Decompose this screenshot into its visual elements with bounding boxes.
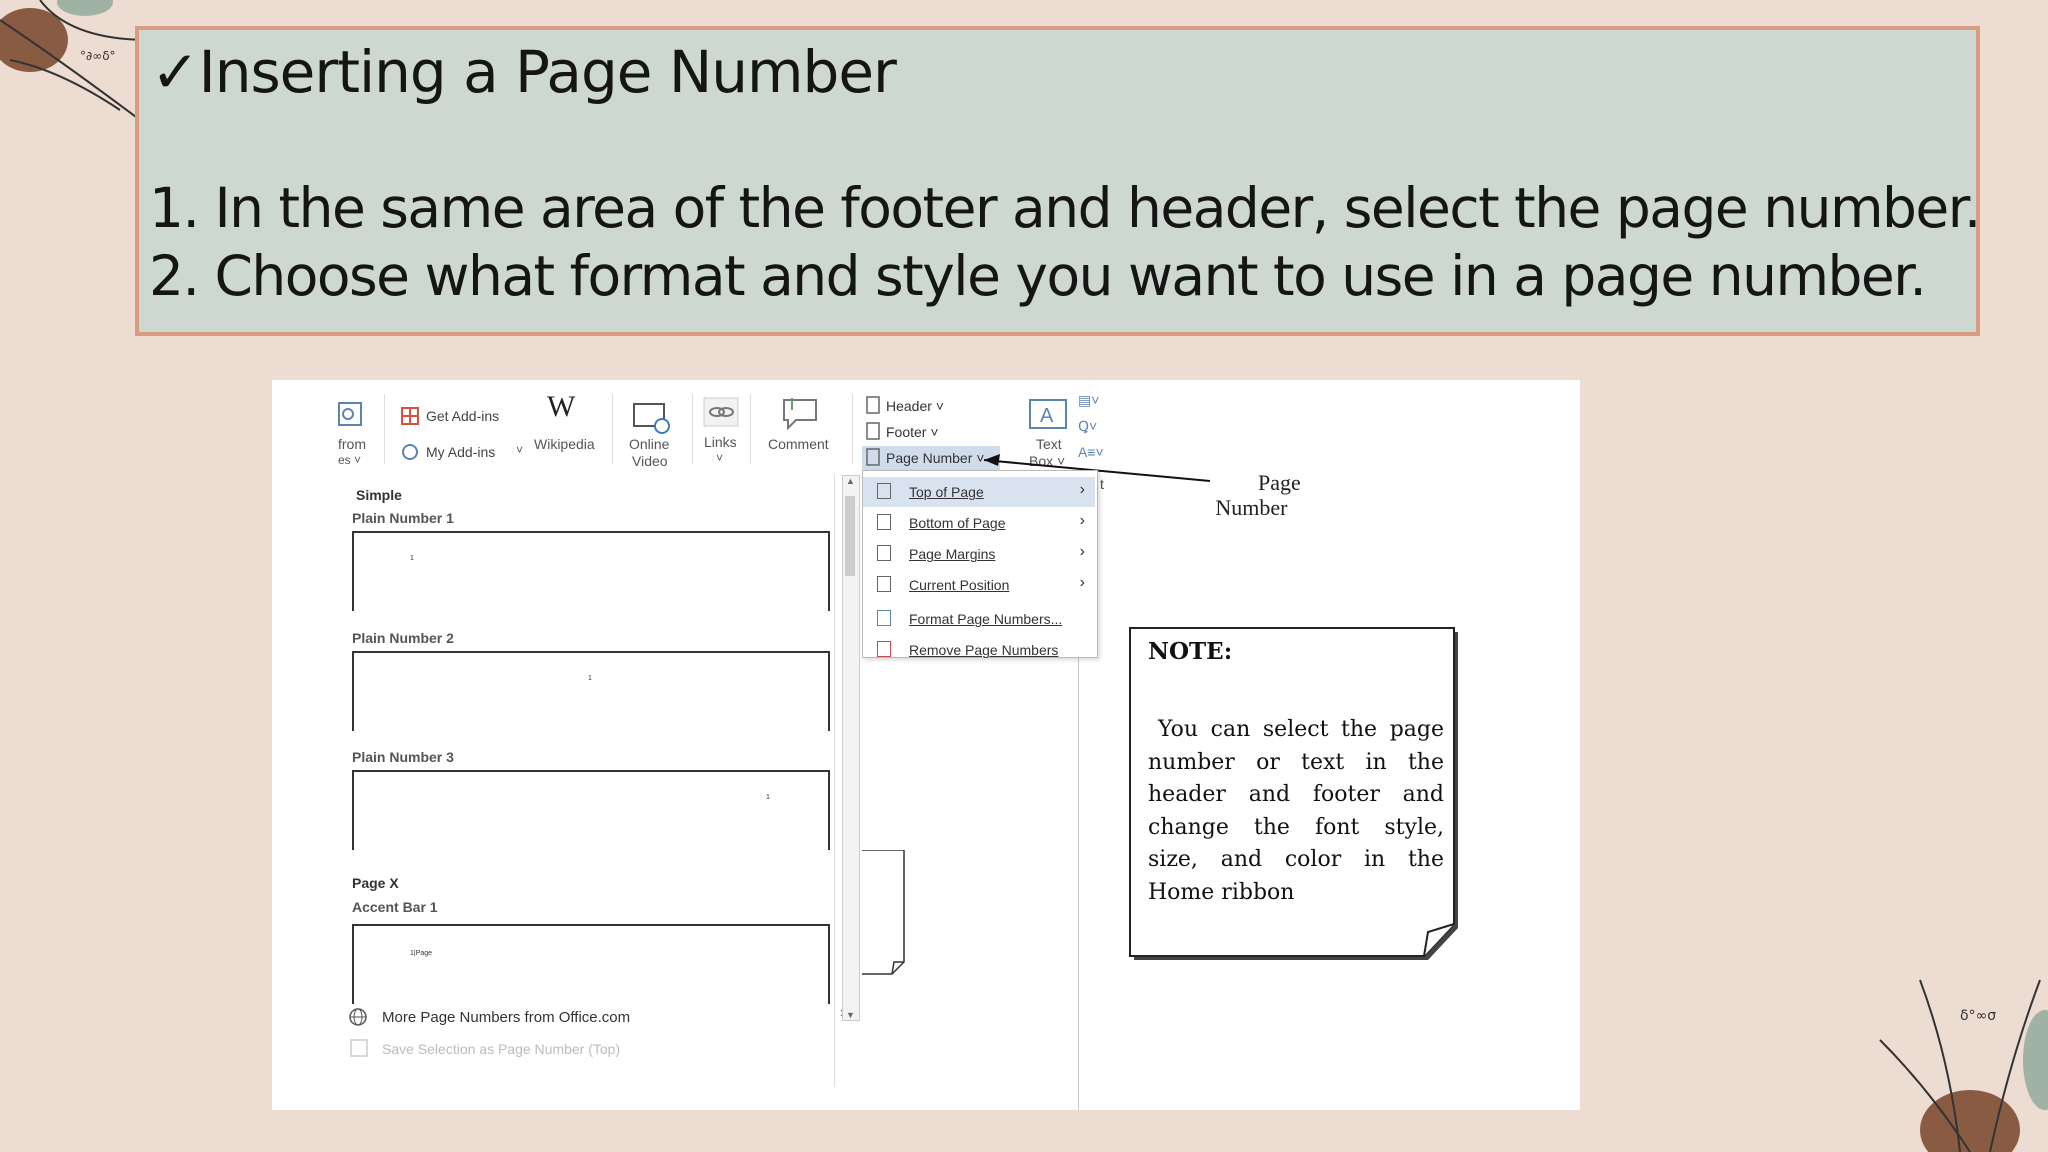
svg-text:°∂∞δ°: °∂∞δ°	[80, 49, 116, 63]
menu-item-current-position[interactable]: Current Position ›	[863, 570, 1095, 600]
page-icon	[877, 576, 891, 592]
chevron-right-icon: ›	[1079, 543, 1085, 560]
accent-bar-1-thumbnail[interactable]: 1|Page	[352, 924, 830, 1004]
menu-item-format-page-numbers[interactable]: Format Page Numbers...	[863, 604, 1095, 634]
preview-number: 1	[766, 794, 770, 801]
instruction-panel: ✓Inserting a Page Number 1. In the same …	[135, 26, 1981, 336]
menu-item-page-margins[interactable]: Page Margins ›	[863, 539, 1095, 569]
save-selection-item: Save Selection as Page Number (Top)	[382, 1041, 621, 1057]
scroll-down-icon[interactable]: ▼	[846, 1010, 855, 1020]
section-simple-heading: Simple	[356, 487, 402, 503]
menu-item-bottom-of-page[interactable]: Bottom of Page ›	[863, 508, 1095, 538]
page-icon	[877, 483, 891, 499]
menu-item-remove-page-numbers[interactable]: Remove Page Numbers	[863, 635, 1095, 665]
preview-number: 1	[588, 675, 592, 682]
page-number-menu: Top of Page › Bottom of Page › Page Margin…	[862, 470, 1098, 658]
page-icon	[877, 514, 891, 530]
chevron-right-icon: ›	[1079, 512, 1085, 529]
accent-bar-1-label: Accent Bar 1	[352, 899, 438, 915]
remove-icon	[877, 641, 891, 657]
section-page-x-heading: Page X	[352, 875, 399, 891]
annotation-line-2: Number	[1215, 495, 1288, 520]
more-page-numbers-link[interactable]: More Page Numbers from Office.com	[382, 1009, 630, 1026]
page-number-annotation: Page Number	[1215, 470, 1301, 520]
plain-number-1-label: Plain Number 1	[352, 510, 454, 526]
plain-number-1-thumbnail[interactable]: 1	[352, 531, 830, 611]
svg-text:δ°∞σ: δ°∞σ	[1960, 1008, 1996, 1024]
page-icon	[877, 545, 891, 561]
plain-number-3-thumbnail[interactable]: 1	[352, 770, 830, 850]
note-card: NOTE: You can select the page number or …	[1128, 626, 1461, 966]
page-number-gallery: Simple Plain Number 1 1 Plain Number 2 1…	[336, 475, 835, 1087]
menu-item-top-of-page[interactable]: Top of Page ›	[863, 477, 1095, 507]
accent-preview-text: 1|Page	[410, 950, 433, 957]
partial-t-text: t	[1100, 476, 1104, 492]
page-fold-graphic	[862, 850, 905, 975]
plain-number-2-thumbnail[interactable]: 1	[352, 651, 830, 731]
step-two-text: 2. Choose what format and style you want…	[149, 244, 1927, 308]
annotation-line-1: Page	[1258, 470, 1301, 495]
slide-title: ✓Inserting a Page Number	[151, 38, 897, 106]
scroll-up-icon[interactable]: ▲	[846, 476, 855, 486]
bottom-right-leaf-decoration: δ°∞σ	[1879, 979, 2048, 1152]
plain-number-2-label: Plain Number 2	[352, 630, 454, 646]
preview-number: 1	[410, 555, 414, 562]
word-screenshot: from es ˅ Get Add-ins My Add-ins ˅ W Wik…	[272, 380, 1580, 1110]
scrollbar-thumb[interactable]	[845, 496, 855, 576]
gallery-scrollbar[interactable]: ▲ ▼	[842, 475, 860, 1021]
chevron-right-icon: ›	[1079, 574, 1085, 591]
chevron-right-icon: ›	[1079, 481, 1085, 498]
plain-number-3-label: Plain Number 3	[352, 749, 454, 765]
save-selection-icon	[350, 1039, 368, 1057]
globe-icon	[349, 1008, 367, 1026]
format-icon	[877, 610, 891, 626]
step-one-text: 1. In the same area of the footer and he…	[149, 176, 1981, 240]
note-body: You can select the page number or text i…	[1148, 717, 1444, 905]
note-title: NOTE:	[1148, 638, 1233, 665]
